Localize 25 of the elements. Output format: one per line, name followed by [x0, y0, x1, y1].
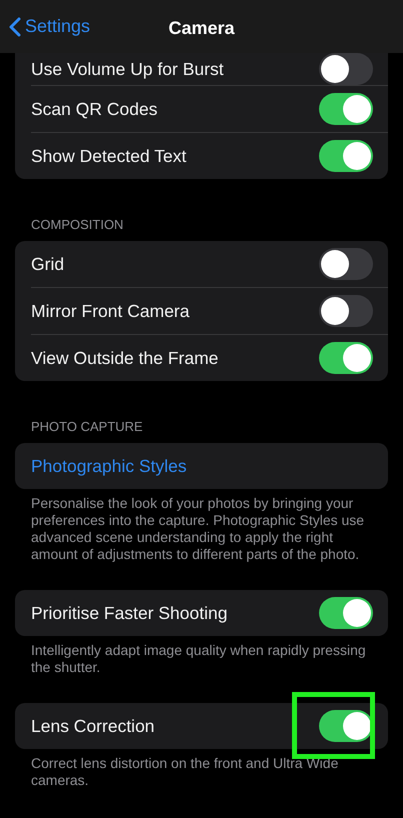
setting-label: Use Volume Up for Burst — [31, 58, 224, 81]
setting-label: Mirror Front Camera — [31, 300, 190, 323]
toggle-switch[interactable] — [319, 342, 373, 374]
section-header: COMPOSITION — [30, 217, 124, 234]
toggle-switch[interactable] — [319, 710, 373, 742]
settings-link[interactable]: Photographic Styles — [31, 452, 187, 480]
toggle-switch[interactable] — [319, 53, 373, 85]
setting-label: Prioritise Faster Shooting — [31, 602, 228, 625]
setting-label: Show Detected Text — [31, 144, 186, 168]
setting-label: Lens Correction — [31, 714, 155, 738]
setting-label: Grid — [31, 252, 64, 276]
setting-label: Scan QR Codes — [31, 98, 158, 121]
section-footer: Personalise the look of your photos by bringing your preferences into the capture. Photographic Styles use advanced scene understanding to apply the right amount of adjustments to different parts of the photo. — [0, 489, 403, 563]
back-chevron-icon — [8, 16, 21, 36]
toggle-switch[interactable] — [319, 140, 373, 172]
back-button[interactable]: Settings — [8, 13, 90, 40]
toggle-switch[interactable] — [319, 248, 373, 280]
section-footer: Intelligently adapt image quality when rapidly pressing the shutter. — [0, 636, 403, 676]
section-header: PHOTO CAPTURE — [30, 419, 144, 436]
toggle-switch[interactable] — [319, 597, 373, 629]
nav-title: Camera — [168, 17, 235, 40]
toggle-switch[interactable] — [319, 93, 373, 125]
setting-label: View Outside the Frame — [31, 346, 218, 370]
section-footer: Correct lens distortion on the front and Ultra Wide cameras. — [0, 749, 403, 789]
toggle-switch[interactable] — [319, 295, 373, 327]
